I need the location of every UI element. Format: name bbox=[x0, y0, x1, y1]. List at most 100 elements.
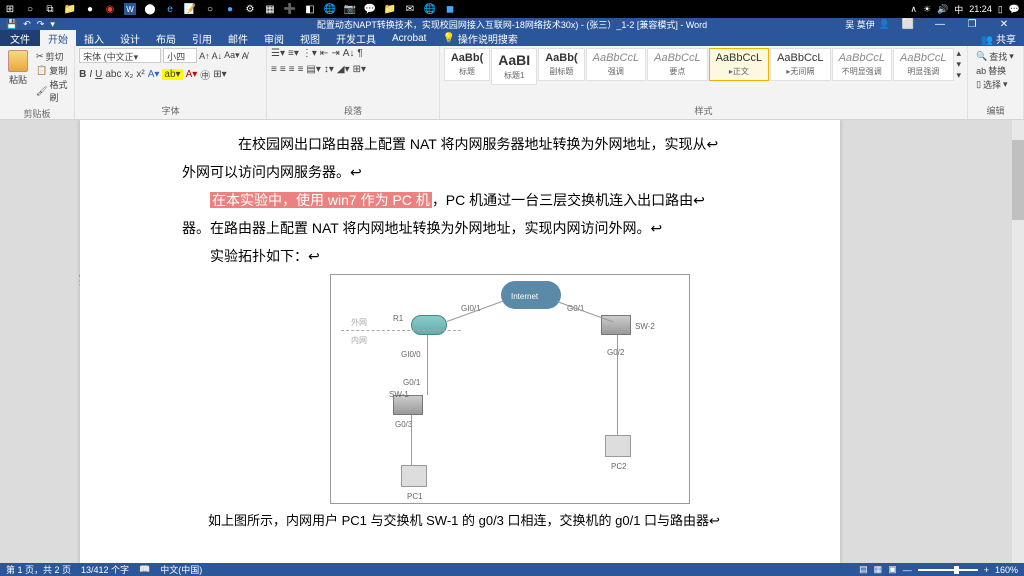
style-item[interactable]: AaBI标题1 bbox=[491, 48, 537, 85]
border-icon[interactable]: ⊞▾ bbox=[213, 69, 226, 80]
tab-design[interactable]: 设计 bbox=[112, 30, 148, 46]
style-down-icon[interactable]: ▾ bbox=[957, 59, 962, 70]
file-tab[interactable]: 文件 bbox=[0, 30, 40, 46]
tray-icon[interactable]: ▯ bbox=[998, 4, 1003, 15]
app-icon[interactable]: ◧ bbox=[304, 3, 316, 15]
indent-dec-icon[interactable]: ⇤ bbox=[320, 48, 328, 59]
tab-home[interactable]: 开始 bbox=[40, 30, 76, 46]
tab-acrobat[interactable]: Acrobat bbox=[384, 30, 434, 46]
app-icon[interactable]: 📝 bbox=[184, 3, 196, 15]
app-icon[interactable]: 🌐 bbox=[424, 3, 436, 15]
cut-button[interactable]: ✂剪切 bbox=[36, 50, 68, 63]
wechat-icon[interactable]: 💬 bbox=[364, 3, 376, 15]
zoom-out-icon[interactable]: — bbox=[903, 565, 912, 575]
zoom-in-icon[interactable]: + bbox=[984, 565, 989, 575]
paste-button[interactable]: 粘贴 bbox=[4, 48, 32, 88]
style-item-active[interactable]: AaBbCcL▸正文 bbox=[709, 48, 769, 81]
highlight-icon[interactable]: ab▾ bbox=[162, 69, 182, 80]
style-item[interactable]: AaBbCcL明显强调 bbox=[893, 48, 953, 81]
style-item[interactable]: AaBbCcL不明显强调 bbox=[832, 48, 892, 81]
shrink-font-icon[interactable]: A↓ bbox=[212, 51, 223, 61]
find-button[interactable]: 🔍查找▾ bbox=[976, 50, 1014, 63]
volume-icon[interactable]: 🔊 bbox=[937, 4, 948, 15]
multilevel-icon[interactable]: ⋮▾ bbox=[302, 48, 317, 59]
styles-gallery[interactable]: AaBb(标题 AaBI标题1 AaBb(副标题 AaBbCcL强调 AaBbC… bbox=[444, 48, 963, 103]
tab-layout[interactable]: 布局 bbox=[148, 30, 184, 46]
app-icon[interactable]: ⬤ bbox=[144, 3, 156, 15]
line-spacing-icon[interactable]: ↕▾ bbox=[324, 64, 334, 75]
undo-icon[interactable]: ↶ bbox=[23, 19, 31, 30]
grow-font-icon[interactable]: A↑ bbox=[199, 51, 210, 61]
style-more-icon[interactable]: ▾ bbox=[957, 70, 962, 81]
tab-references[interactable]: 引用 bbox=[184, 30, 220, 46]
borders-icon[interactable]: ⊞▾ bbox=[353, 64, 366, 75]
ribbon-options-icon[interactable]: ⬜ bbox=[894, 19, 922, 30]
minimize-button[interactable]: — bbox=[926, 19, 954, 30]
shading-icon[interactable]: ◢▾ bbox=[337, 64, 350, 75]
sort-icon[interactable]: A↓ bbox=[343, 48, 355, 59]
tab-review[interactable]: 审阅 bbox=[256, 30, 292, 46]
app-icon[interactable]: ➕ bbox=[284, 3, 296, 15]
format-painter-button[interactable]: 🖌格式刷 bbox=[36, 78, 68, 104]
notif-icon[interactable]: 💬 bbox=[1009, 4, 1020, 15]
indent-inc-icon[interactable]: ⇥ bbox=[331, 48, 339, 59]
zoom-level[interactable]: 160% bbox=[995, 565, 1018, 575]
web-layout-icon[interactable]: ▣ bbox=[888, 564, 897, 575]
align-left-icon[interactable]: ≡ bbox=[271, 64, 277, 75]
style-item[interactable]: AaBbCcL要点 bbox=[647, 48, 707, 81]
app-icon[interactable]: ◼ bbox=[444, 3, 456, 15]
app-icon[interactable]: ○ bbox=[204, 3, 216, 15]
align-center-icon[interactable]: ≡ bbox=[280, 64, 286, 75]
tab-view[interactable]: 视图 bbox=[292, 30, 328, 46]
save-icon[interactable]: 💾 bbox=[6, 19, 17, 30]
read-mode-icon[interactable]: ▤ bbox=[859, 564, 868, 575]
app-icon[interactable]: ◉ bbox=[104, 3, 116, 15]
spellcheck-icon[interactable]: 📖 bbox=[139, 564, 150, 575]
strike-button[interactable]: abc bbox=[105, 69, 121, 80]
style-item[interactable]: AaBb(标题 bbox=[444, 48, 490, 81]
tell-me-search[interactable]: 💡操作说明搜索 bbox=[442, 31, 517, 46]
bold-button[interactable]: B bbox=[79, 69, 86, 80]
cortana-icon[interactable]: ○ bbox=[24, 3, 36, 15]
word-count[interactable]: 13/412 个字 bbox=[81, 563, 129, 576]
tray-up-icon[interactable]: ∧ bbox=[910, 4, 917, 15]
app-icon[interactable]: ✉ bbox=[404, 3, 416, 15]
select-button[interactable]: ▯选择▾ bbox=[976, 78, 1008, 91]
text-effect-icon[interactable]: A▾ bbox=[148, 69, 160, 80]
user-avatar-icon[interactable]: 👤 bbox=[879, 19, 890, 30]
app-icon[interactable]: 📷 bbox=[344, 3, 356, 15]
page-indicator[interactable]: 第 1 页，共 2 页 bbox=[6, 563, 71, 576]
change-case-icon[interactable]: Aa▾ bbox=[224, 50, 240, 61]
tray-icon[interactable]: ☀ bbox=[923, 4, 931, 15]
tab-developer[interactable]: 开发工具 bbox=[328, 30, 384, 46]
zoom-thumb[interactable] bbox=[954, 566, 959, 574]
italic-button[interactable]: I bbox=[89, 69, 92, 80]
tab-mailings[interactable]: 邮件 bbox=[220, 30, 256, 46]
font-size-select[interactable]: 小四 bbox=[163, 48, 197, 63]
app-icon[interactable]: 🌐 bbox=[324, 3, 336, 15]
start-icon[interactable]: ⊞ bbox=[4, 3, 16, 15]
page[interactable]: 在校园网出口路由器上配置 NAT 将内网服务器地址转换为外网地址，实现从↩ 外网… bbox=[80, 120, 840, 563]
zoom-slider[interactable] bbox=[918, 569, 978, 571]
tab-insert[interactable]: 插入 bbox=[76, 30, 112, 46]
font-name-select[interactable]: 宋体 (中文正▾ bbox=[79, 48, 161, 63]
qat-more-icon[interactable]: ▾ bbox=[50, 19, 55, 30]
clear-format-icon[interactable]: A̸ bbox=[242, 51, 248, 61]
maximize-button[interactable]: ❐ bbox=[958, 19, 986, 30]
document-canvas[interactable]: 实验目的 及 要 求 在校园网出口路由器上配置 NAT 将内网服务器地址转换为外… bbox=[0, 120, 1024, 563]
clock[interactable]: 21:24 bbox=[969, 4, 992, 14]
scroll-thumb[interactable] bbox=[1012, 140, 1024, 220]
edge-icon[interactable]: e bbox=[164, 3, 176, 15]
app-icon[interactable]: ● bbox=[84, 3, 96, 15]
redo-icon[interactable]: ↷ bbox=[37, 19, 45, 30]
show-marks-icon[interactable]: ¶ bbox=[357, 48, 362, 59]
align-right-icon[interactable]: ≡ bbox=[289, 64, 295, 75]
copy-button[interactable]: 📋复制 bbox=[36, 64, 68, 77]
subscript-button[interactable]: x₂ bbox=[124, 69, 133, 80]
app-icon[interactable]: ▦ bbox=[264, 3, 276, 15]
print-layout-icon[interactable]: ▦ bbox=[874, 564, 883, 575]
underline-button[interactable]: U bbox=[95, 69, 102, 80]
app-icon[interactable]: ⚙ bbox=[244, 3, 256, 15]
close-button[interactable]: ✕ bbox=[990, 19, 1018, 30]
style-item[interactable]: AaBbCcL▸无间隔 bbox=[770, 48, 830, 81]
